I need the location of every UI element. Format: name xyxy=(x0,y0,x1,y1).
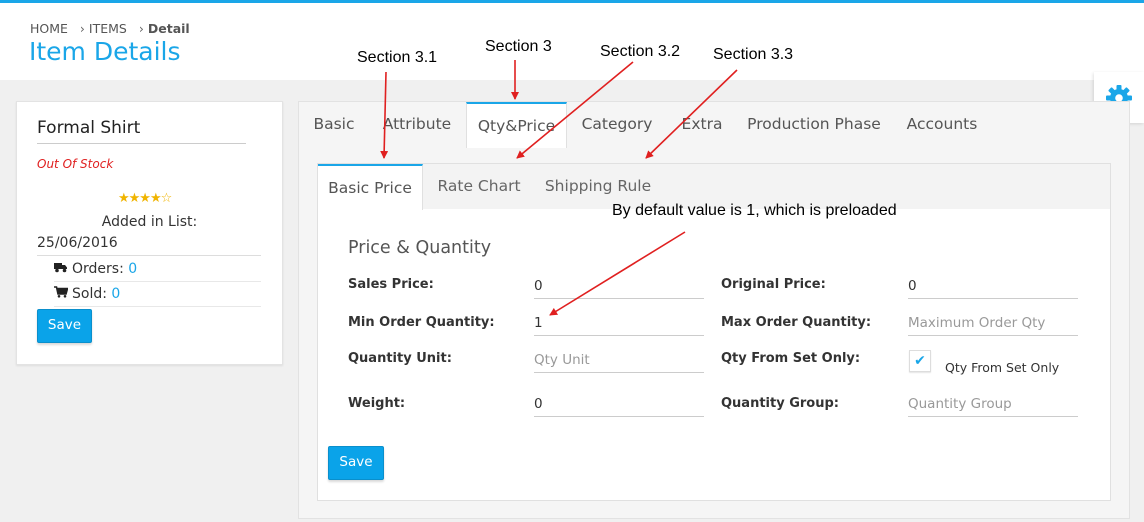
page-title: Item Details xyxy=(29,37,181,66)
orders-stat: Orders: 0 xyxy=(54,261,261,282)
item-name: Formal Shirt xyxy=(37,118,246,144)
weight-label: Weight: xyxy=(348,396,406,411)
breadcrumb-separator: › xyxy=(138,21,144,36)
item-summary-card: Formal Shirt Out Of Stock ★★★★☆ Added in… xyxy=(16,101,283,365)
quantity-group-label: Quantity Group: xyxy=(721,396,839,411)
original-price-label: Original Price: xyxy=(721,277,826,292)
original-price-input[interactable]: 0 xyxy=(908,274,1078,299)
tab-category[interactable]: Category xyxy=(567,102,667,146)
orders-label: Orders: xyxy=(72,261,124,277)
breadcrumb-home[interactable]: HOME xyxy=(30,21,68,36)
price-save-button[interactable]: Save xyxy=(328,446,384,480)
tab-qty-price[interactable]: Qty&Price xyxy=(466,102,567,148)
tab-basic[interactable]: Basic xyxy=(299,102,369,146)
cart-icon xyxy=(54,286,72,301)
tab-production-phase[interactable]: Production Phase xyxy=(739,102,889,146)
qty-price-panel: Basic Price Rate Chart Shipping Rule Pri… xyxy=(317,163,1111,501)
orders-value[interactable]: 0 xyxy=(128,261,137,277)
breadcrumb: HOME › ITEMS › Detail xyxy=(30,21,190,36)
tab-extra[interactable]: Extra xyxy=(667,102,737,146)
sales-price-input[interactable]: 0 xyxy=(534,274,704,299)
breadcrumb-separator: › xyxy=(79,21,85,36)
quantity-unit-label: Quantity Unit: xyxy=(348,351,452,366)
sold-value[interactable]: 0 xyxy=(111,286,120,302)
subtab-shipping-rule[interactable]: Shipping Rule xyxy=(538,164,658,209)
sub-tab-bar: Basic Price Rate Chart Shipping Rule xyxy=(318,164,1110,210)
sold-label: Sold: xyxy=(72,286,107,302)
section-title: Price & Quantity xyxy=(348,238,492,258)
item-detail-panel: Basic Attribute Qty&Price Category Extra… xyxy=(298,101,1130,519)
qty-from-set-checkbox-label[interactable]: Qty From Set Only xyxy=(945,360,1059,375)
max-order-quantity-input[interactable]: Maximum Order Qty xyxy=(908,311,1078,336)
check-icon: ✔ xyxy=(914,353,926,369)
added-date: 25/06/2016 xyxy=(37,235,261,256)
qty-from-set-checkbox[interactable]: ✔ xyxy=(909,350,931,372)
truck-icon xyxy=(54,262,72,276)
page-header: HOME › ITEMS › Detail Item Details xyxy=(0,3,1144,80)
stock-status: Out Of Stock xyxy=(37,157,114,171)
breadcrumb-current: Detail xyxy=(147,21,190,36)
star-icon: ★★★★ xyxy=(118,191,162,206)
item-save-button[interactable]: Save xyxy=(37,309,92,343)
star-empty-icon: ☆ xyxy=(160,191,173,206)
quantity-group-input[interactable]: Quantity Group xyxy=(908,392,1078,417)
min-order-quantity-input[interactable]: 1 xyxy=(534,311,704,336)
tab-accounts[interactable]: Accounts xyxy=(894,102,990,146)
min-order-quantity-label: Min Order Quantity: xyxy=(348,315,495,330)
quantity-unit-input[interactable]: Qty Unit xyxy=(534,348,704,373)
added-in-list-label: Added in List: xyxy=(101,214,198,230)
sales-price-label: Sales Price: xyxy=(348,277,434,292)
subtab-basic-price[interactable]: Basic Price xyxy=(318,164,423,210)
max-order-quantity-label: Max Order Quantity: xyxy=(721,315,872,330)
rating-stars: ★★★★☆ xyxy=(118,191,173,206)
qty-from-set-label: Qty From Set Only: xyxy=(721,351,861,366)
sold-stat: Sold: 0 xyxy=(54,286,261,307)
subtab-rate-chart[interactable]: Rate Chart xyxy=(426,164,532,209)
weight-input[interactable]: 0 xyxy=(534,392,704,417)
breadcrumb-items[interactable]: ITEMS xyxy=(89,21,127,36)
tab-attribute[interactable]: Attribute xyxy=(369,102,465,146)
